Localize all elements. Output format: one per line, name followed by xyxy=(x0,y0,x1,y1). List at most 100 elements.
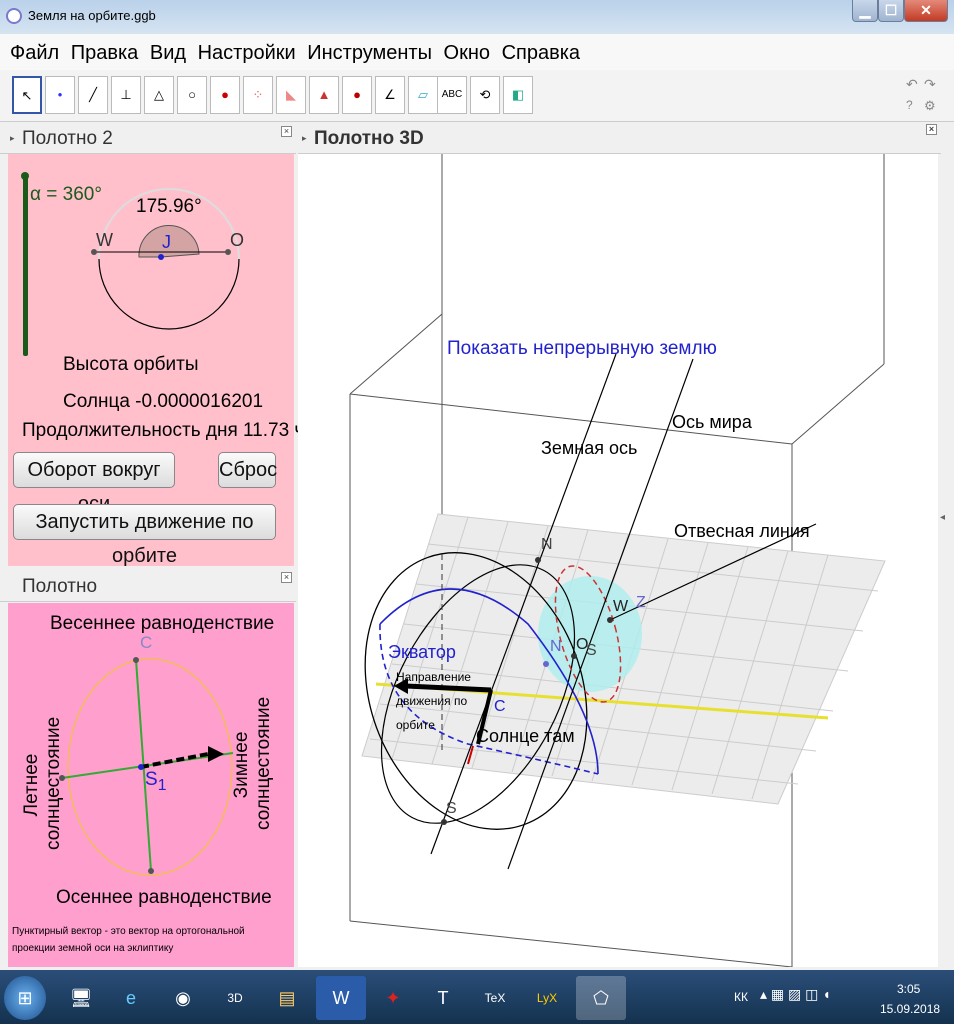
direction-label-3: орбите xyxy=(396,718,435,732)
orbit-label: Высота орбиты xyxy=(63,354,199,375)
menu-edit[interactable]: Правка xyxy=(71,42,139,64)
view3d-close-icon[interactable]: × xyxy=(926,124,937,135)
point-c xyxy=(133,657,139,663)
day-length: Продолжительность дня 11.73 ч. xyxy=(22,420,310,441)
reflect-tool[interactable]: ⁘ xyxy=(243,76,273,114)
point-n xyxy=(535,557,541,563)
label-c3d: C xyxy=(494,698,506,715)
reset-button[interactable]: Сброс xyxy=(218,452,277,488)
point-tool[interactable]: • xyxy=(45,76,75,114)
help-icon[interactable]: ? xyxy=(906,98,913,112)
undo-icon[interactable]: ↶ xyxy=(906,76,918,93)
maximize-button[interactable]: ☐ xyxy=(878,0,904,22)
clock-time[interactable]: 3:05 xyxy=(897,982,920,996)
winter-label: Зимнее солнцестояние xyxy=(231,696,274,830)
polygon-tool[interactable]: △ xyxy=(144,76,174,114)
point-s1 xyxy=(138,764,144,770)
orbit-ellipse xyxy=(67,658,233,876)
label-s1: S1 xyxy=(145,769,167,795)
window-title: Земля на орбите.ggb xyxy=(28,8,156,23)
spring-label: Весеннее равноденствие xyxy=(50,613,275,634)
taskbar-tex[interactable]: TeX xyxy=(470,976,520,1020)
panel1-title: Полотно xyxy=(22,576,98,597)
plumb-label: Отвесная линия xyxy=(674,521,810,541)
vector-arrowhead xyxy=(208,746,224,762)
tray-icons[interactable]: ▴ ▦ ▨ ◫ ◖ xyxy=(760,986,831,1003)
view3d-header: Полотно 3D × xyxy=(298,122,941,154)
angle-value: 175.96° xyxy=(136,196,202,217)
panel2-header: Полотно 2 × xyxy=(0,122,296,154)
point-w3d xyxy=(607,617,613,623)
plane-tool[interactable]: ◣ xyxy=(276,76,306,114)
taskbar-app-red[interactable]: ✦ xyxy=(368,976,418,1020)
taskbar-lyx[interactable]: LyX xyxy=(522,976,572,1020)
menu-tools[interactable]: Инструменты xyxy=(307,42,432,64)
taskbar-chrome[interactable]: ◉ xyxy=(158,976,208,1020)
sun-there-label: Солнце там xyxy=(476,726,575,746)
collapse-triangle-icon[interactable]: ▸ xyxy=(10,133,15,144)
alpha-slider xyxy=(23,176,28,356)
autumn-label: Осеннее равноденствие xyxy=(56,887,272,908)
taskbar-ie[interactable]: e xyxy=(106,976,156,1020)
label-c: C xyxy=(140,633,153,652)
sphere-center-tool[interactable]: ● xyxy=(342,76,372,114)
menu-settings[interactable]: Настройки xyxy=(198,42,296,64)
panel1-close-icon[interactable]: × xyxy=(281,572,292,583)
rotate-button[interactable]: Оборот вокруг оси xyxy=(13,452,175,515)
direction-label-1: Направление xyxy=(396,670,471,684)
orbit-button[interactable]: Запустить движение по орбите xyxy=(13,504,276,567)
panel2-close-icon[interactable]: × xyxy=(281,126,292,137)
menu-file[interactable]: Файл xyxy=(10,42,59,64)
taskbar-app-3d[interactable]: 3D xyxy=(210,976,260,1020)
label-small-s: S xyxy=(586,642,597,659)
perpendicular-tool[interactable]: ⊥ xyxy=(111,76,141,114)
start-button[interactable]: ⊞ xyxy=(4,976,46,1020)
alpha-slider-handle xyxy=(21,172,29,180)
taskbar-geogebra[interactable]: ⬠ xyxy=(576,976,626,1020)
summer-label: Летнее солнцестояние xyxy=(21,716,64,850)
gear-icon[interactable]: ⚙ xyxy=(924,98,936,114)
language-indicator[interactable]: КК xyxy=(734,990,748,1004)
point-bottom xyxy=(148,868,154,874)
view3d-drawing xyxy=(349,154,886,967)
view-direction-tool[interactable]: ◧ xyxy=(503,76,533,114)
taskbar-app-1[interactable]: 🖥 xyxy=(56,976,106,1020)
circle-tool[interactable]: ○ xyxy=(177,76,207,114)
equator-label: Экватор xyxy=(388,642,456,662)
label-s1-sub: 1 xyxy=(157,776,167,794)
clock-date[interactable]: 15.09.2018 xyxy=(880,1002,940,1016)
app-icon xyxy=(6,8,22,24)
rotate-view-tool[interactable]: ⟲ xyxy=(470,76,500,114)
panel2-canvas: α = 360° 175.96° W O J Высота орбиты Сол… xyxy=(8,154,310,567)
earth-highlight xyxy=(538,576,642,692)
alpha-label: α = 360° xyxy=(30,184,102,205)
menu-help[interactable]: Справка xyxy=(502,42,580,64)
taskbar-explorer[interactable]: ▤ xyxy=(262,976,312,1020)
point-j xyxy=(158,254,164,260)
show-earth-link[interactable]: Показать непрерывную землю xyxy=(447,338,717,360)
taskbar-word[interactable]: W xyxy=(316,976,366,1020)
sphere-tool[interactable]: ● xyxy=(210,76,240,114)
text-tool[interactable]: ABC xyxy=(437,76,467,114)
toolbar: ↖ • ╱ ⊥ △ ○ ● ⁘ ◣ ▲ ● ∠ ▱ ABC ⟲ ◧ ↶ ↷ ? … xyxy=(0,70,954,122)
close-button[interactable]: ✕ xyxy=(904,0,948,22)
distance-tool[interactable]: ▱ xyxy=(408,76,438,114)
view3d-title: Полотно 3D xyxy=(314,128,424,149)
move-tool[interactable]: ↖ xyxy=(12,76,42,114)
redo-icon[interactable]: ↷ xyxy=(924,76,936,93)
label-s1-main: S xyxy=(145,769,158,790)
minimize-button[interactable]: ▁ xyxy=(852,0,878,22)
view3d-triangle-icon[interactable]: ▸ xyxy=(302,133,307,144)
label-n: N xyxy=(541,536,553,553)
line-tool[interactable]: ╱ xyxy=(78,76,108,114)
taskbar-app-t[interactable]: T xyxy=(418,976,468,1020)
side-collapse-icon[interactable]: ◂ xyxy=(940,512,945,523)
pyramid-tool[interactable]: ▲ xyxy=(309,76,339,114)
view3d-canvas: Показать непрерывную землю Земная ось Ос… xyxy=(298,154,938,967)
menu-view[interactable]: Вид xyxy=(150,42,186,64)
label-s: S xyxy=(446,800,457,817)
panel1-canvas: Весеннее равноденствие Осеннее равноденс… xyxy=(8,603,294,967)
angle-tool[interactable]: ∠ xyxy=(375,76,405,114)
world-axis-label: Ось мира xyxy=(672,412,752,432)
menu-window[interactable]: Окно xyxy=(444,42,490,64)
